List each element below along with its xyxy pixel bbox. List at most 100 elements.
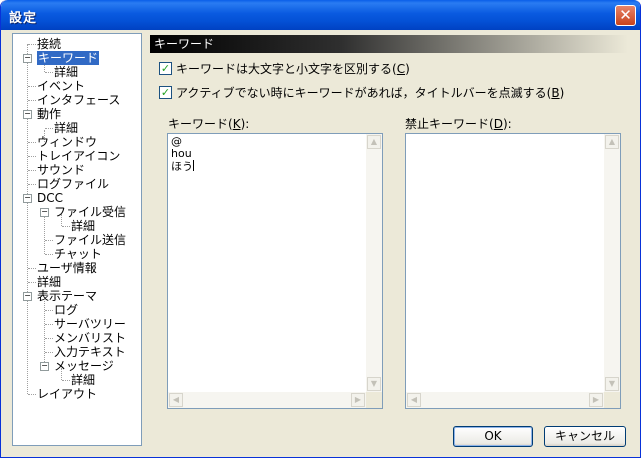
- tree-item-dcc[interactable]: DCC: [37, 191, 63, 205]
- tree-item-label: メッセージ: [54, 359, 114, 373]
- tree-item-label: ウィンドウ: [37, 135, 98, 149]
- tree-item-label: 接続: [37, 37, 62, 51]
- tree-item-keyword[interactable]: キーワード: [37, 51, 100, 65]
- tree-item-keyword-detail[interactable]: 詳細: [54, 65, 78, 79]
- tree-item-member-list[interactable]: メンバリスト: [54, 331, 126, 345]
- tree-item-file-receive[interactable]: ファイル受信: [54, 205, 126, 219]
- banned-label-text: 禁止キーワード(: [405, 117, 494, 131]
- tree-connector: [45, 338, 53, 339]
- scroll-right-icon[interactable]: ▶: [351, 393, 365, 407]
- collapse-icon[interactable]: −: [23, 194, 32, 203]
- tree-item-input-text[interactable]: 入力テキスト: [54, 345, 126, 359]
- scroll-down-icon[interactable]: ▼: [605, 377, 619, 391]
- tree-item-detail[interactable]: 詳細: [37, 275, 61, 289]
- tree-item-interface[interactable]: インタフェース: [37, 93, 120, 107]
- tree-item-tray-icon[interactable]: トレイアイコン: [37, 149, 120, 163]
- tree-item-window[interactable]: ウィンドウ: [37, 135, 97, 149]
- scroll-down-icon[interactable]: ▼: [367, 377, 381, 391]
- close-icon: ✕: [619, 6, 632, 24]
- banned-horizontal-scrollbar[interactable]: ◀ ▶: [406, 392, 604, 408]
- close-button[interactable]: ✕: [615, 5, 636, 26]
- collapse-icon[interactable]: −: [40, 208, 49, 217]
- tree-item-message[interactable]: メッセージ: [54, 359, 114, 373]
- keyword-label-text: キーワード(: [168, 117, 233, 131]
- scroll-up-icon[interactable]: ▲: [605, 135, 619, 149]
- collapse-icon[interactable]: −: [40, 362, 49, 371]
- tree-item-file-receive-detail[interactable]: 詳細: [71, 219, 95, 233]
- keyword-line: ほう: [171, 160, 193, 173]
- blink-titlebar-checkbox[interactable]: ✓: [159, 86, 172, 99]
- tree-item-behavior-detail[interactable]: 詳細: [54, 121, 78, 135]
- tree-connector: [28, 100, 36, 101]
- tree-item-label: 詳細: [54, 121, 79, 135]
- keyword-accesskey: K: [232, 117, 241, 131]
- title-bar[interactable]: 設定 ✕: [1, 0, 640, 30]
- scrollbar-corner: [604, 392, 620, 408]
- tree-item-behavior[interactable]: 動作: [37, 107, 61, 121]
- tree-item-message-detail[interactable]: 詳細: [71, 373, 95, 387]
- ok-button[interactable]: OK: [453, 426, 533, 447]
- tree-item-server-tree[interactable]: サーバツリー: [54, 317, 126, 331]
- tree-item-sound[interactable]: サウンド: [37, 163, 85, 177]
- tree-item-layout[interactable]: レイアウト: [37, 387, 97, 401]
- keyword-vertical-scrollbar[interactable]: ▲ ▼: [366, 134, 382, 392]
- banned-keyword-textarea[interactable]: ▲ ▼ ◀ ▶: [405, 133, 621, 409]
- blink-titlebar-label-end: ): [559, 86, 565, 100]
- tree-connector: [45, 128, 53, 129]
- tree-item-label: ログファイル: [37, 177, 110, 191]
- tree-connector: [28, 142, 36, 143]
- collapse-icon[interactable]: −: [23, 110, 32, 119]
- scroll-right-icon[interactable]: ▶: [589, 393, 603, 407]
- tree-item-label: トレイアイコン: [37, 149, 121, 163]
- tree-connector: [44, 214, 45, 254]
- settings-tree[interactable]: − − − − − − 接続 キーワード 詳細 イベント インタフェース 動作 …: [12, 33, 142, 446]
- tree-connector: [28, 282, 36, 283]
- tree-connector: [28, 170, 36, 171]
- tree-item-event[interactable]: イベント: [37, 79, 85, 93]
- tree-connector: [62, 380, 70, 381]
- tree-connector: [28, 184, 36, 185]
- tree-item-user-info[interactable]: ユーザ情報: [37, 261, 97, 275]
- tree-connector: [62, 226, 70, 227]
- tree-item-label: イベント: [37, 79, 86, 93]
- banned-vertical-scrollbar[interactable]: ▲ ▼: [604, 134, 620, 392]
- tree-item-label: 表示テーマ: [37, 289, 98, 303]
- tree-item-file-send[interactable]: ファイル送信: [54, 233, 126, 247]
- keyword-textarea-content: @ hou ほう: [171, 136, 194, 173]
- tree-item-chat[interactable]: チャット: [54, 247, 102, 261]
- scroll-left-icon[interactable]: ◀: [407, 393, 421, 407]
- collapse-icon[interactable]: −: [23, 54, 32, 63]
- tree-connector: [45, 352, 53, 353]
- cancel-button[interactable]: キャンセル: [544, 426, 626, 447]
- tree-item-log-file[interactable]: ログファイル: [37, 177, 109, 191]
- tree-item-label: ログ: [54, 303, 79, 317]
- tree-item-label: インタフェース: [37, 93, 121, 107]
- collapse-icon[interactable]: −: [23, 292, 32, 301]
- tree-item-log[interactable]: ログ: [54, 303, 78, 317]
- keyword-horizontal-scrollbar[interactable]: ◀ ▶: [168, 392, 366, 408]
- window-title: 設定: [9, 11, 38, 26]
- blink-titlebar-accesskey: B: [551, 86, 560, 100]
- tree-connector: [28, 268, 36, 269]
- tree-item-label: 詳細: [71, 373, 96, 387]
- tree-connector: [45, 254, 53, 255]
- scroll-left-icon[interactable]: ◀: [169, 393, 183, 407]
- case-sensitive-label: キーワードは大文字と小文字を区別する(: [176, 62, 397, 76]
- tree-item-label: 詳細: [54, 65, 79, 79]
- tree-connector: [45, 324, 53, 325]
- tree-item-connection[interactable]: 接続: [37, 37, 61, 51]
- case-sensitive-label-end: ): [405, 62, 410, 76]
- tree-item-label: サウンド: [37, 163, 86, 177]
- scrollbar-corner: [366, 392, 382, 408]
- tree-item-display-theme[interactable]: 表示テーマ: [37, 289, 97, 303]
- tree-item-label: チャット: [54, 247, 102, 261]
- keyword-list-label: キーワード(K):: [168, 115, 249, 132]
- tree-connector: [45, 72, 53, 73]
- tree-item-label: サーバツリー: [54, 317, 126, 331]
- checkmark-icon: ✓: [160, 62, 171, 75]
- text-cursor: [193, 160, 194, 171]
- case-sensitive-checkbox[interactable]: ✓: [159, 62, 172, 75]
- keyword-line: hou: [171, 147, 192, 160]
- scroll-up-icon[interactable]: ▲: [367, 135, 381, 149]
- keyword-textarea[interactable]: @ hou ほう ▲ ▼ ◀ ▶: [167, 133, 383, 409]
